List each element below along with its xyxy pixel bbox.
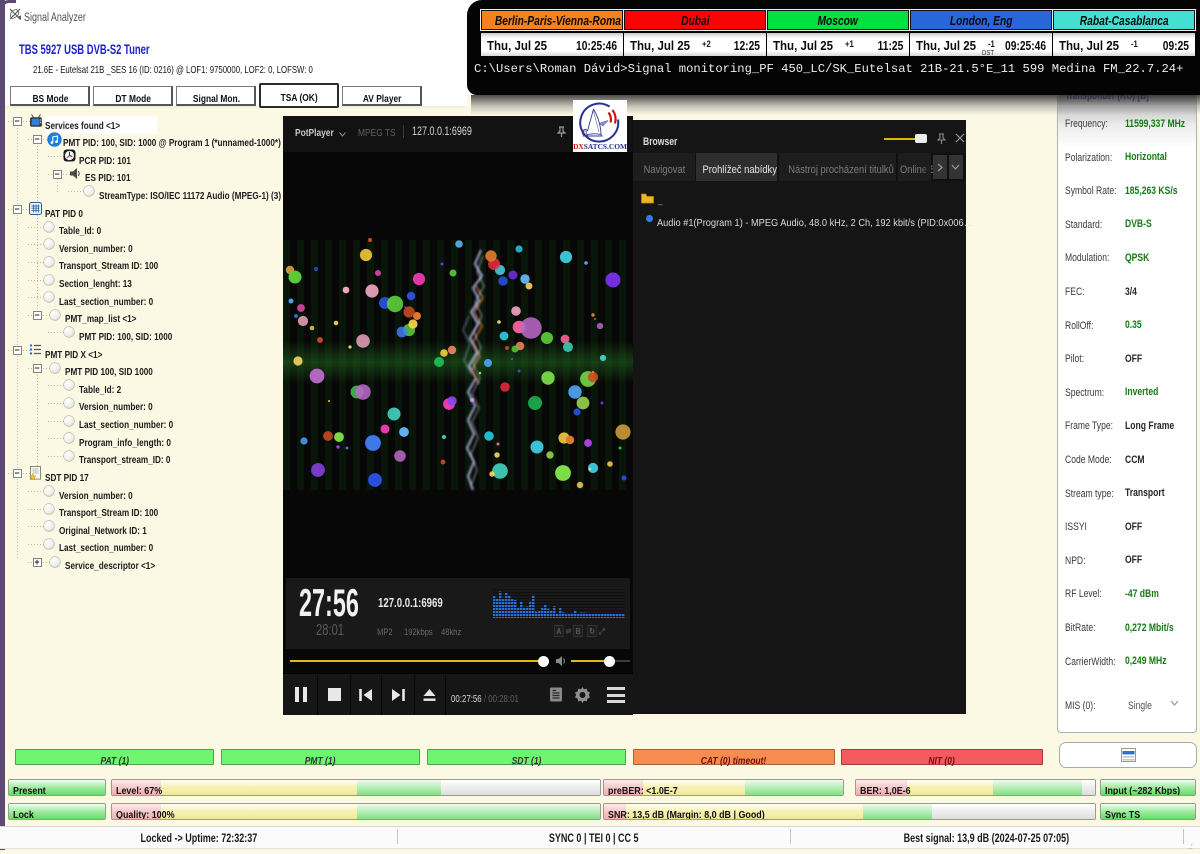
svg-text:DXSATCS.COM: DXSATCS.COM bbox=[573, 142, 627, 151]
